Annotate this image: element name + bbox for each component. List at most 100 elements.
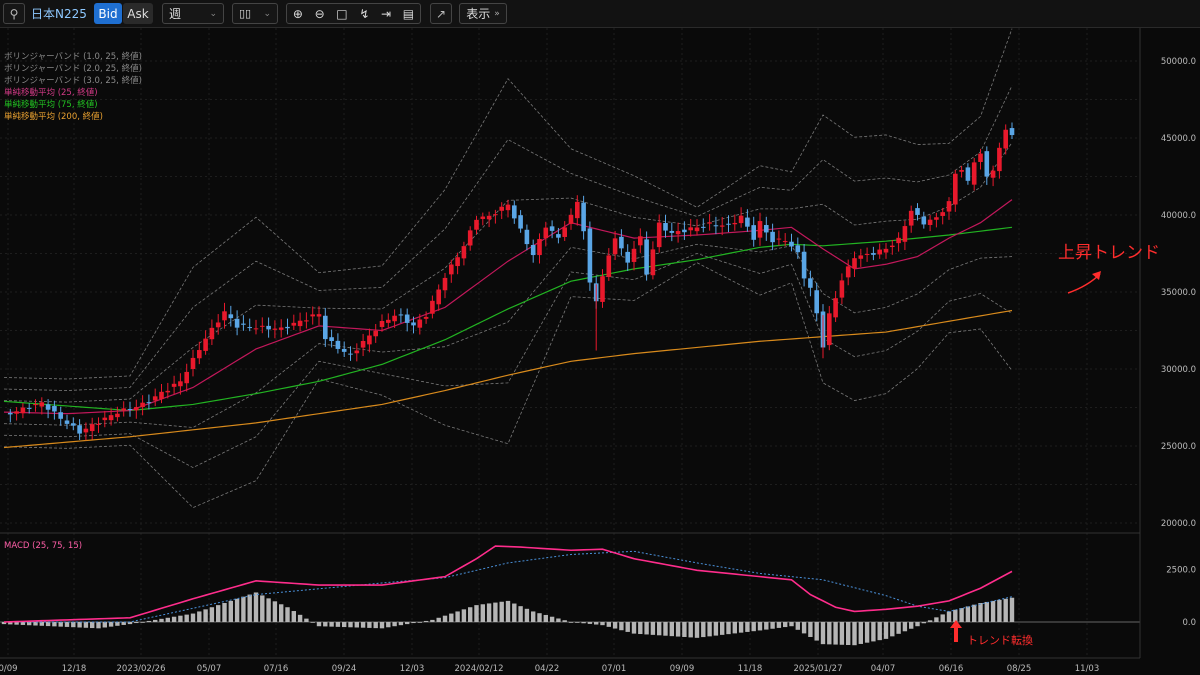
macd-histogram-bar [486,603,492,622]
macd-histogram-bar [354,622,359,628]
candle-body [228,314,234,319]
macd-histogram-bar [140,622,145,623]
candle-body [568,214,574,224]
macd-histogram-bar [228,600,233,622]
candle-body [367,335,372,345]
candle-body [990,170,996,178]
candle-body [398,314,404,316]
macd-histogram-bar [600,622,605,626]
interval-select[interactable]: 週 ⌄ [162,3,224,24]
candle-body [757,221,763,238]
candle-body [430,300,435,314]
chart-area[interactable]: 20000.0 25000.0 30000.0 35000.0 40000.0 45000… [0,28,1200,675]
candle-body [423,316,429,319]
macd-histogram-bar [423,620,429,622]
time-tick-label: 07/16 [264,664,289,674]
bid-button[interactable]: Bid [94,3,122,24]
candle-body [789,241,794,247]
legend-sma-200[interactable]: 単純移動平均 (200, 終値) [4,111,142,123]
legend-bb-2[interactable]: ボリンジャーバンド (2.0, 25, 終値) [4,63,142,75]
candle-body [178,381,183,387]
macd-histogram-bar [398,622,404,626]
candle-body [675,231,681,235]
candle-body [782,241,788,243]
display-menu-button[interactable]: 表示 » [459,3,507,24]
macd-histogram-bar [1009,597,1015,622]
macd-histogram-bar [39,622,44,626]
candle-body [625,251,630,263]
ask-button[interactable]: Ask [123,3,153,24]
candle-body [934,217,939,220]
candle-body [411,322,416,326]
macd-histogram-bar [701,622,706,638]
macd-histogram-bar [657,622,662,636]
macd-histogram-bar [612,622,618,629]
legend-bb-1[interactable]: ボリンジャーバンド (1.0, 25, 終値) [4,51,142,63]
legend-bb-3[interactable]: ボリンジャーバンド (3.0, 25, 終値) [4,75,142,87]
fit-screen-icon[interactable]: □ [336,7,347,21]
candle-body [102,417,108,421]
candle-body [946,201,952,212]
macd-histogram-bar [776,622,782,628]
macd-histogram-bar [549,616,555,622]
candle-body [184,371,189,384]
candle-body [726,223,731,225]
candle-body [266,325,271,330]
legend-sma-75[interactable]: 単純移動平均 (75, 終値) [4,99,142,111]
macd-histogram-bar [587,622,593,624]
candle-body [52,406,57,412]
candle-body [291,322,297,326]
candle-body [770,231,775,243]
zoom-out-icon[interactable]: ⊖ [315,7,325,21]
candle-body [814,290,819,314]
search-button[interactable]: ⚲ [3,3,25,24]
time-tick-label: 12/03 [400,664,425,674]
candle-body [386,319,391,323]
scroll-to-latest-icon[interactable]: ⇥ [381,7,391,21]
candle-body [108,415,114,421]
candle-body [562,227,567,237]
zoom-in-icon[interactable]: ⊕ [293,7,303,21]
add-indicator-button[interactable]: ↗ [430,3,452,24]
time-tick-label: 2024/02/12 [455,664,504,674]
candle-body [600,276,605,302]
macd-histogram-bar [852,622,857,646]
candle-body [304,320,309,322]
macd-histogram-bar [543,614,548,622]
symbol-name[interactable]: 日本N225 [30,3,88,24]
candle-body [537,239,542,256]
macd-histogram-bar [814,622,819,641]
candle-body [171,383,177,387]
candle-body [121,408,126,411]
macd-legend[interactable]: MACD (25, 75, 15) [4,540,82,552]
candle-body [801,251,807,279]
document-icon[interactable]: ▤ [403,7,414,21]
macd-histogram-bar [738,622,744,633]
candle-body [650,249,656,276]
lock-scroll-icon[interactable]: ↯ [359,7,369,21]
candle-body [656,222,662,248]
macd-histogram-bar [638,622,643,635]
time-tick-label: 12/18 [62,664,87,674]
macd-histogram-bar [909,622,914,629]
time-tick-label: 11/18 [738,664,763,674]
macd-histogram-bar [846,622,851,645]
macd-histogram-bar [808,622,813,637]
macd-histogram-bar [203,609,208,622]
macd-histogram-bar [915,622,920,627]
chart-type-select[interactable]: ▯▯ ⌄ [232,3,278,24]
candle-body [354,350,360,354]
macd-histogram-bar [858,622,863,644]
candle-body [864,253,870,255]
macd-histogram-bar [146,620,152,622]
candle-body [209,327,215,340]
macd-histogram-bar [890,622,895,637]
macd-histogram-bar [436,617,441,622]
line-chart-plus-icon: ↗ [435,6,447,21]
legend-sma-25[interactable]: 単純移動平均 (25, 終値) [4,87,142,99]
macd-histogram-bar [990,600,996,622]
macd-histogram-bar [411,622,416,624]
macd-histogram-bar [90,622,95,629]
candle-body [587,228,593,283]
candle-body [1009,128,1015,136]
